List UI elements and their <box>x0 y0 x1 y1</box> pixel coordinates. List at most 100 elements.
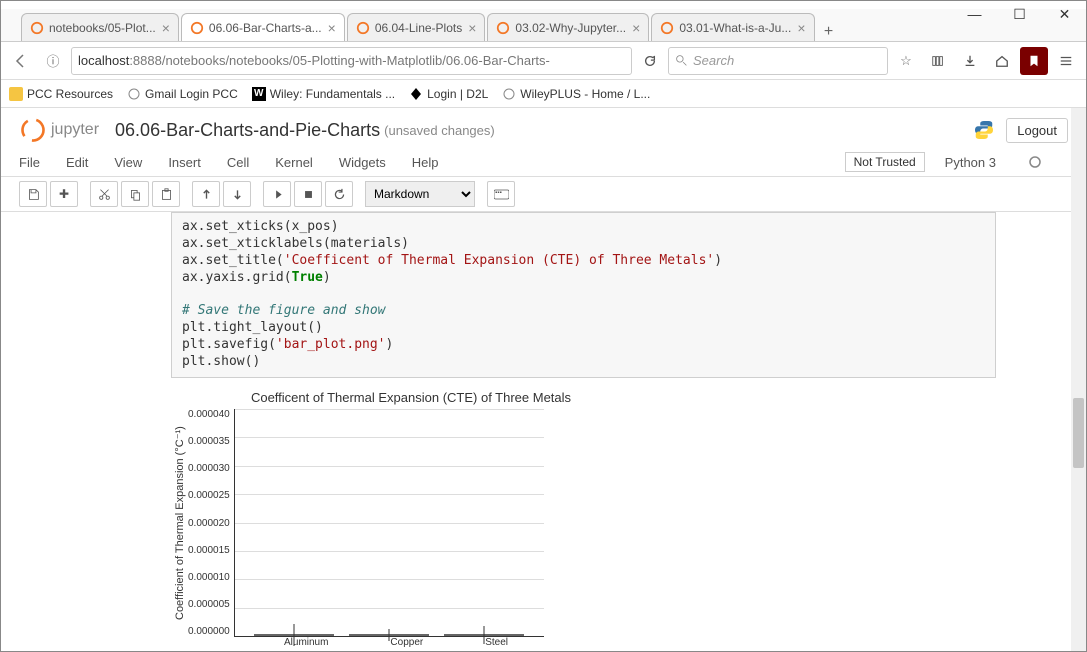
bookmark-item[interactable]: Login | D2L <box>409 87 488 101</box>
save-status: (unsaved changes) <box>384 123 495 138</box>
info-icon[interactable]: ⓘ <box>39 47 67 75</box>
code-line: plt.tight_layout() <box>182 320 985 337</box>
chart-ylabel: Coefficient of Thermal Expansion (°C⁻¹) <box>171 409 188 637</box>
jupyter-logo[interactable]: jupyter <box>19 116 99 144</box>
restart-button[interactable] <box>325 181 353 207</box>
browser-tab[interactable]: 03.01-What-is-a-Ju... × <box>651 13 814 41</box>
tab-label: notebooks/05-Plot... <box>49 21 156 35</box>
back-button[interactable] <box>7 47 35 75</box>
bookmark-label: PCC Resources <box>27 87 113 101</box>
close-tab-icon[interactable]: × <box>632 20 640 36</box>
copy-button[interactable] <box>121 181 149 207</box>
code-line: ax.set_title('Coefficent of Thermal Expa… <box>182 253 985 270</box>
maximize-button[interactable]: ☐ <box>997 0 1042 28</box>
notebook-title[interactable]: 06.06-Bar-Charts-and-Pie-Charts <box>115 120 380 141</box>
code-line: plt.show() <box>182 354 985 371</box>
jupyter-favicon <box>496 21 510 35</box>
close-tab-icon[interactable]: × <box>468 20 476 36</box>
scrollbar-thumb[interactable] <box>1073 398 1084 468</box>
jupyter-header: jupyter 06.06-Bar-Charts-and-Pie-Charts … <box>1 108 1086 148</box>
jupyter-favicon <box>30 21 44 35</box>
download-icon[interactable] <box>956 47 984 75</box>
globe-icon <box>127 87 141 101</box>
kernel-indicator[interactable]: Python 3 <box>945 155 1042 170</box>
tab-label: 06.04-Line-Plots <box>375 21 462 35</box>
stop-button[interactable] <box>294 181 322 207</box>
menu-widgets[interactable]: Widgets <box>339 155 386 170</box>
browser-tab[interactable]: 06.04-Line-Plots × <box>347 13 486 41</box>
run-button[interactable] <box>263 181 291 207</box>
minimize-button[interactable]: — <box>952 0 997 28</box>
code-line: ax.yaxis.grid(True) <box>182 270 985 287</box>
menu-view[interactable]: View <box>114 155 142 170</box>
move-down-button[interactable] <box>223 181 251 207</box>
browser-navbar: ⓘ localhost:8888/notebooks/notebooks/05-… <box>1 42 1086 80</box>
w-icon: W <box>252 87 266 101</box>
browser-tab[interactable]: 03.02-Why-Jupyter... × <box>487 13 649 41</box>
page-content: jupyter 06.06-Bar-Charts-and-Pie-Charts … <box>1 108 1086 651</box>
new-tab-button[interactable]: + <box>817 23 841 41</box>
bookmark-label: Login | D2L <box>427 87 488 101</box>
menu-cell[interactable]: Cell <box>227 155 249 170</box>
jupyter-favicon <box>356 21 370 35</box>
close-tab-icon[interactable]: × <box>328 20 336 36</box>
menu-help[interactable]: Help <box>412 155 439 170</box>
bookmark-label: WileyPLUS - Home / L... <box>520 87 650 101</box>
close-window-button[interactable]: ✕ <box>1042 0 1087 28</box>
jupyter-toolbar: ✚ Markdown <box>1 177 1086 212</box>
search-bar[interactable]: Search <box>668 47 888 75</box>
logout-button[interactable]: Logout <box>1006 118 1068 143</box>
close-tab-icon[interactable]: × <box>162 20 170 36</box>
search-icon <box>675 54 688 67</box>
reload-button[interactable] <box>636 47 664 75</box>
jupyter-favicon <box>660 21 674 35</box>
menu-edit[interactable]: Edit <box>66 155 88 170</box>
bookmark-item[interactable]: PCC Resources <box>9 87 113 101</box>
code-line: plt.savefig('bar_plot.png') <box>182 337 985 354</box>
code-cell[interactable]: ax.set_xticks(x_pos) ax.set_xticklabels(… <box>171 212 996 378</box>
scrollbar[interactable] <box>1071 108 1086 651</box>
kernel-idle-icon <box>1028 155 1042 169</box>
url-path: :8888/notebooks/notebooks/05-Plotting-wi… <box>129 53 550 68</box>
trust-button[interactable]: Not Trusted <box>845 152 925 172</box>
save-button[interactable] <box>19 181 47 207</box>
menu-insert[interactable]: Insert <box>168 155 201 170</box>
menu-file[interactable]: File <box>19 155 40 170</box>
browser-tab[interactable]: 06.06-Bar-Charts-a... × <box>181 13 345 41</box>
browser-tabstrip: notebooks/05-Plot... × 06.06-Bar-Charts-… <box>1 9 1086 42</box>
chart-output: Coefficent of Thermal Expansion (CTE) of… <box>171 390 1016 648</box>
chart-title: Coefficent of Thermal Expansion (CTE) of… <box>221 390 601 405</box>
code-line: ax.set_xticks(x_pos) <box>182 219 985 236</box>
bookmark-bar: PCC Resources Gmail Login PCC W Wiley: F… <box>1 80 1086 108</box>
url-bar[interactable]: localhost:8888/notebooks/notebooks/05-Pl… <box>71 47 632 75</box>
menu-icon[interactable] <box>1052 47 1080 75</box>
bookmark-label: Gmail Login PCC <box>145 87 238 101</box>
folder-icon <box>9 87 23 101</box>
close-tab-icon[interactable]: × <box>797 20 805 36</box>
home-icon[interactable] <box>988 47 1016 75</box>
chart-xticks: Aluminum Copper Steel <box>241 637 551 648</box>
code-comment: # Save the figure and show <box>182 303 985 320</box>
command-palette-button[interactable] <box>487 181 515 207</box>
python-logo-icon <box>972 118 996 142</box>
tab-label: 06.06-Bar-Charts-a... <box>209 21 322 35</box>
library-icon[interactable] <box>924 47 952 75</box>
bookmark-item[interactable]: Gmail Login PCC <box>127 87 238 101</box>
jupyter-favicon <box>190 21 204 35</box>
search-placeholder: Search <box>693 53 734 68</box>
add-cell-button[interactable]: ✚ <box>50 181 78 207</box>
move-up-button[interactable] <box>192 181 220 207</box>
menu-kernel[interactable]: Kernel <box>275 155 313 170</box>
pdf-icon[interactable] <box>1020 47 1048 75</box>
star-icon[interactable]: ☆ <box>892 47 920 75</box>
titlebar <box>1 1 1086 9</box>
bookmark-item[interactable]: W Wiley: Fundamentals ... <box>252 87 395 101</box>
code-line: ax.set_xticklabels(materials) <box>182 236 985 253</box>
cut-button[interactable] <box>90 181 118 207</box>
browser-tab[interactable]: notebooks/05-Plot... × <box>21 13 179 41</box>
chart-plot-area <box>234 409 544 637</box>
tab-label: 03.01-What-is-a-Ju... <box>679 21 791 35</box>
paste-button[interactable] <box>152 181 180 207</box>
cell-type-select[interactable]: Markdown <box>365 181 475 207</box>
bookmark-item[interactable]: WileyPLUS - Home / L... <box>502 87 650 101</box>
